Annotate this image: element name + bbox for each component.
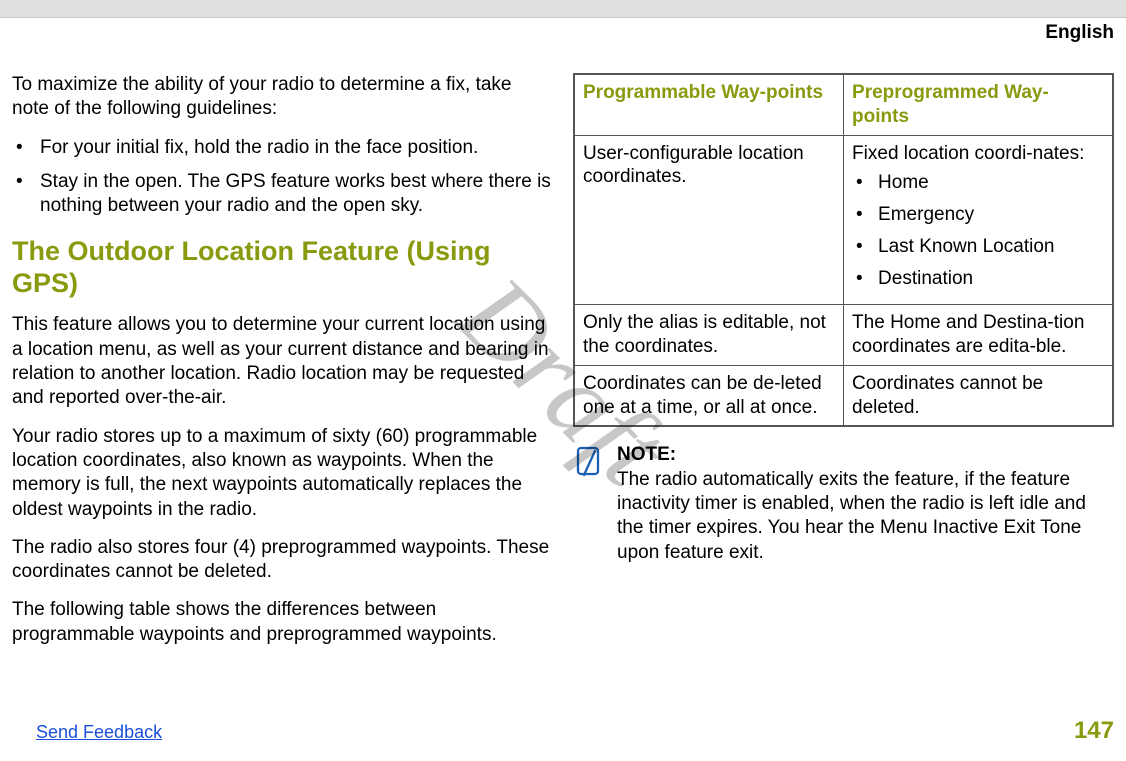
page-footer: Send Feedback 147 <box>12 717 1114 745</box>
send-feedback-link[interactable]: Send Feedback <box>36 722 162 743</box>
waypoints-table: Programmable Way-points Preprogrammed Wa… <box>573 73 1114 427</box>
cell-lead: Fixed location coordi-nates: <box>852 143 1084 164</box>
table-cell: The Home and Destina-tion coordinates ar… <box>844 305 1113 366</box>
note-block: NOTE: The radio automatically exits the … <box>573 443 1114 565</box>
body-paragraph: The radio also stores four (4) preprogra… <box>12 536 553 585</box>
list-item: For your initial fix, hold the radio in … <box>12 136 553 160</box>
note-body: NOTE: The radio automatically exits the … <box>617 443 1114 565</box>
table-row: Only the alias is editable, not the coor… <box>574 305 1113 366</box>
body-paragraph: This feature allows you to determine you… <box>12 313 553 410</box>
body-paragraph: Your radio stores up to a maximum of six… <box>12 425 553 522</box>
table-header-prog: Programmable Way-points <box>574 74 844 135</box>
table-header-preprog: Preprogrammed Way-points <box>844 74 1113 135</box>
page-number: 147 <box>1074 717 1114 745</box>
right-column: Programmable Way-points Preprogrammed Wa… <box>573 73 1114 661</box>
guidelines-list: For your initial fix, hold the radio in … <box>12 136 553 219</box>
note-icon <box>573 445 603 479</box>
table-row: User-configurable location coordinates. … <box>574 135 1113 305</box>
table-cell: User-configurable location coordinates. <box>574 135 844 305</box>
left-column: To maximize the ability of your radio to… <box>12 73 553 661</box>
table-row: Coordinates can be de-leted one at a tim… <box>574 365 1113 426</box>
language-label: English <box>1045 22 1114 44</box>
page-body: To maximize the ability of your radio to… <box>0 18 1126 661</box>
note-text: The radio automatically exits the featur… <box>617 469 1086 563</box>
table-cell: Fixed location coordi-nates: Home Emerge… <box>844 135 1113 305</box>
list-item: Emergency <box>852 203 1104 227</box>
note-title: NOTE: <box>617 444 676 465</box>
table-cell: Coordinates cannot be deleted. <box>844 365 1113 426</box>
list-item: Home <box>852 171 1104 195</box>
window-titlebar <box>0 0 1126 18</box>
list-item: Stay in the open. The GPS feature works … <box>12 170 553 219</box>
section-heading: The Outdoor Location Feature (Using GPS) <box>12 235 553 300</box>
preprog-list: Home Emergency Last Known Location Desti… <box>852 171 1104 290</box>
list-item: Last Known Location <box>852 235 1104 259</box>
table-cell: Only the alias is editable, not the coor… <box>574 305 844 366</box>
list-item: Destination <box>852 267 1104 291</box>
intro-text: To maximize the ability of your radio to… <box>12 73 553 122</box>
body-paragraph: The following table shows the difference… <box>12 598 553 647</box>
table-cell: Coordinates can be de-leted one at a tim… <box>574 365 844 426</box>
